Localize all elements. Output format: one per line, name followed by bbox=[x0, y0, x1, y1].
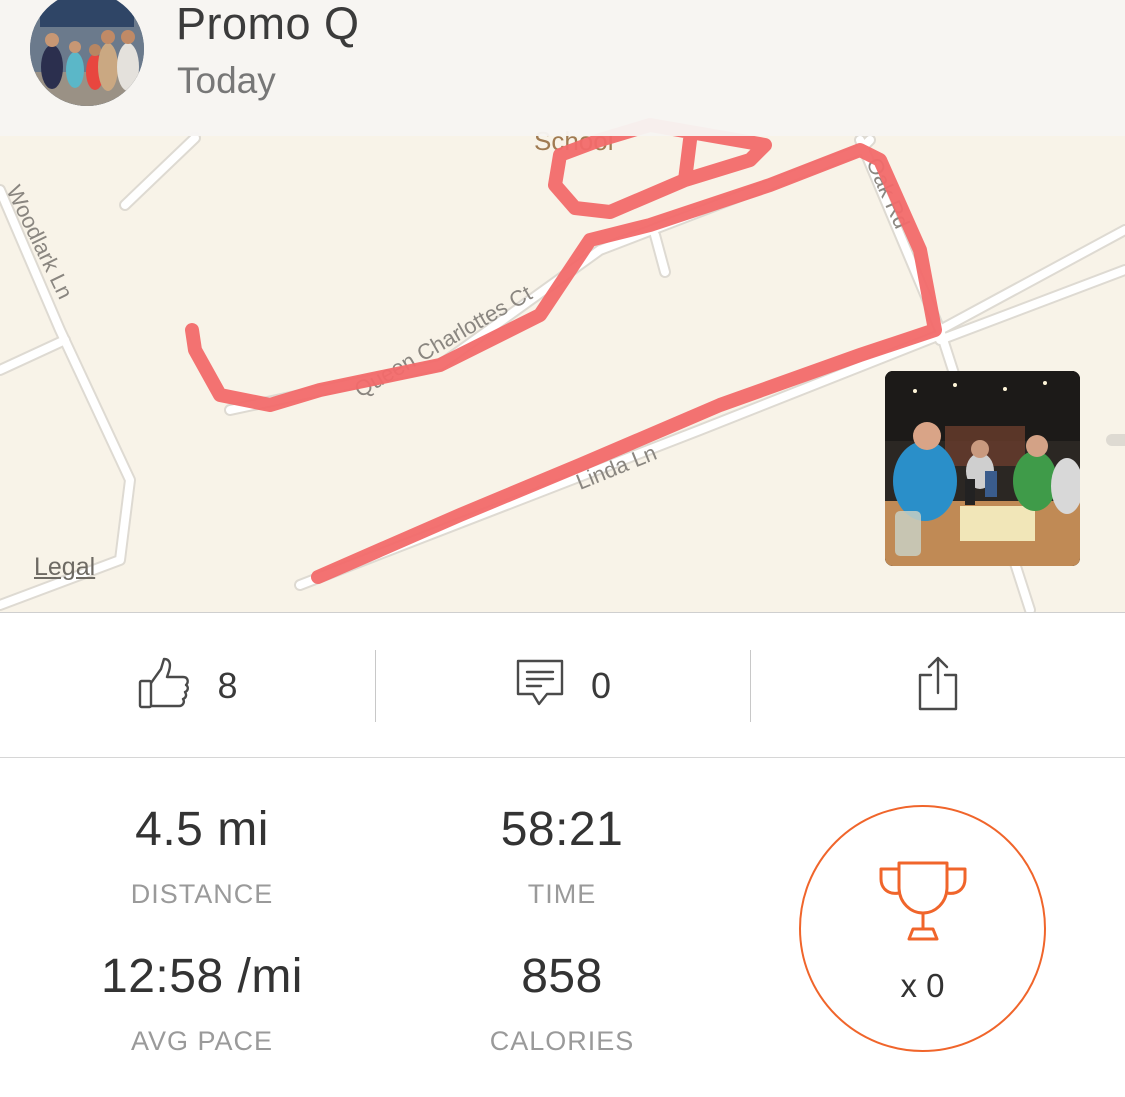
achievements-count: x 0 bbox=[900, 967, 945, 1004]
athlete-avatar[interactable] bbox=[30, 0, 144, 106]
activity-header: Promo Q Today bbox=[0, 0, 1125, 136]
thumbs-up-icon bbox=[137, 655, 191, 716]
stat-distance: 4.5 mi DISTANCE bbox=[22, 802, 382, 910]
athlete-name[interactable]: Promo Q bbox=[176, 0, 360, 50]
achievements-button[interactable]: x 0 bbox=[799, 805, 1046, 1052]
activity-date: Today bbox=[177, 60, 276, 101]
activity-photo-thumbnail[interactable] bbox=[885, 371, 1080, 566]
avatar-photo bbox=[30, 0, 144, 106]
social-bar: 8 0 bbox=[0, 613, 1125, 758]
time-label: TIME bbox=[527, 879, 597, 909]
bar-divider bbox=[0, 757, 1125, 758]
map-legal-link[interactable]: Legal bbox=[34, 553, 95, 582]
trophy-icon bbox=[877, 859, 969, 952]
kudos-count: 8 bbox=[217, 664, 238, 706]
distance-label: DISTANCE bbox=[130, 879, 274, 909]
pace-value: 12:58 /mi bbox=[101, 950, 303, 1003]
stat-avg-pace: 12:58 /mi AVG PACE bbox=[22, 949, 382, 1057]
activity-photo-image bbox=[885, 371, 1080, 566]
calories-label: CALORIES bbox=[489, 1026, 635, 1056]
comments-count: 0 bbox=[590, 664, 612, 706]
street-woodlark-ln-border bbox=[0, 184, 136, 611]
comment-icon bbox=[515, 658, 565, 713]
distance-value: 4.5 mi bbox=[135, 803, 269, 856]
calories-value: 858 bbox=[521, 950, 603, 1003]
time-value: 58:21 bbox=[500, 803, 624, 856]
stat-time: 58:21 TIME bbox=[382, 802, 742, 910]
stat-calories: 858 CALORIES bbox=[382, 949, 742, 1057]
share-button[interactable] bbox=[751, 613, 1125, 758]
comments-button[interactable]: 0 bbox=[376, 613, 750, 758]
share-icon bbox=[918, 655, 958, 716]
kudos-button[interactable]: 8 bbox=[0, 613, 375, 758]
route-line bbox=[185, 118, 942, 584]
pace-label: AVG PACE bbox=[130, 1026, 274, 1056]
